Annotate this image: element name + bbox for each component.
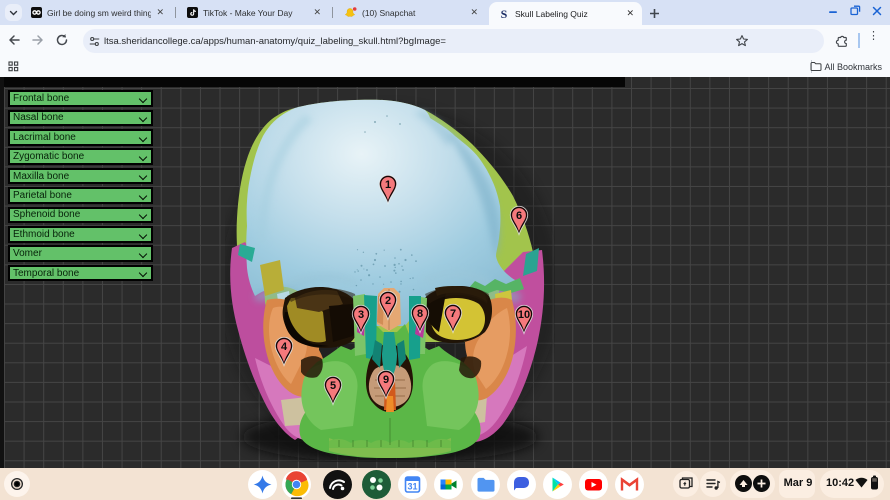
svg-text:9: 9 xyxy=(383,374,389,386)
svg-text:S: S xyxy=(501,8,508,20)
svg-text:10: 10 xyxy=(518,309,530,321)
svg-text:7: 7 xyxy=(450,308,456,320)
svg-text:8: 8 xyxy=(417,308,423,320)
svg-text:3: 3 xyxy=(358,309,364,321)
svg-text:4: 4 xyxy=(281,341,288,353)
svg-text:6: 6 xyxy=(516,210,522,222)
svg-text:31: 31 xyxy=(407,482,417,492)
svg-text:5: 5 xyxy=(330,380,336,392)
svg-text:1: 1 xyxy=(385,179,391,191)
svg-text:2: 2 xyxy=(385,295,391,307)
